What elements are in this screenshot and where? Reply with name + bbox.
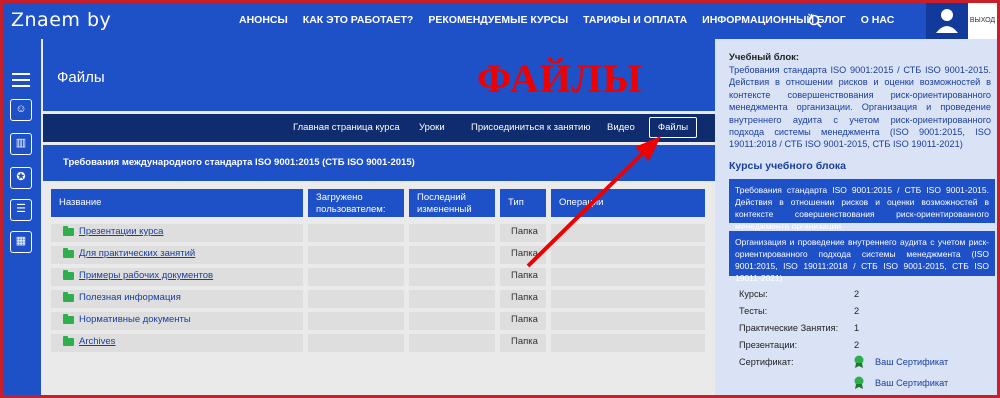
stat-label: Практические Занятия: xyxy=(739,323,839,333)
certificate-icon xyxy=(854,355,864,368)
nav-item-pricing[interactable]: ТАРИФЫ И ОПЛАТА xyxy=(583,14,687,26)
tab-join-session[interactable]: Присоединиться к занятию xyxy=(471,122,590,133)
folder-icon xyxy=(63,226,74,236)
overlay-annotation-title: ФАЙЛЫ xyxy=(477,56,643,101)
folder-link[interactable]: Для практических занятий xyxy=(79,248,195,259)
table-row: Archives Папка xyxy=(51,334,705,352)
nav-item-blog[interactable]: ИНФОРМАЦИОННЫЙ БЛОГ xyxy=(702,14,846,26)
folder-link[interactable]: Полезная информация xyxy=(79,292,181,303)
row-type: Папка xyxy=(511,270,538,281)
tab-course-home[interactable]: Главная страница курса xyxy=(293,122,400,133)
stat-value: 2 xyxy=(854,306,860,316)
folder-link[interactable]: Archives xyxy=(79,336,115,347)
tab-files[interactable]: Файлы xyxy=(649,117,697,138)
courses-heading: Курсы учебного блока xyxy=(729,160,846,172)
left-sidebar: ☺ ▥ ✪ ☰ ▦ xyxy=(3,39,41,395)
column-header-type[interactable]: Тип xyxy=(500,189,546,217)
block-heading: Учебный блок: xyxy=(729,52,800,63)
stat-value: 1 xyxy=(854,323,860,333)
table-row: Презентации курса Папка xyxy=(51,224,705,242)
certificate-label: Сертификат: xyxy=(739,357,794,367)
row-type: Папка xyxy=(511,336,538,347)
rail-calendar-icon[interactable]: ▦ xyxy=(10,231,32,253)
row-type: Папка xyxy=(511,314,538,325)
certificate-link[interactable]: Ваш Сертификат xyxy=(875,357,948,367)
main-content: Файлы ФАЙЛЫ Главная страница курса Уроки… xyxy=(41,39,715,395)
course-card[interactable]: Организация и проведение внутреннего ауд… xyxy=(729,231,995,283)
column-header-uploaded-by[interactable]: Загружено пользователем: xyxy=(308,189,404,217)
rail-profile-icon[interactable]: ☺ xyxy=(10,99,32,121)
course-card-label: Организация и проведение внутреннего ауд… xyxy=(735,237,989,283)
rail-badge-icon[interactable]: ✪ xyxy=(10,167,32,189)
certificate-icon xyxy=(854,376,864,389)
user-icon xyxy=(936,9,958,33)
nav-item-about[interactable]: О НАС xyxy=(861,14,895,26)
folder-link[interactable]: Примеры рабочих документов xyxy=(79,270,213,281)
stat-value: 2 xyxy=(854,289,860,299)
rail-library-icon[interactable]: ▥ xyxy=(10,133,32,155)
column-header-name[interactable]: Название xyxy=(51,189,303,217)
nav-item-recommended-courses[interactable]: РЕКОМЕНДУЕМЫЕ КУРСЫ xyxy=(428,14,568,26)
tab-video[interactable]: Видео xyxy=(607,122,635,133)
right-info-panel: Учебный блок: Требования стандарта ISO 9… xyxy=(715,39,997,395)
table-row: Для практических занятий Папка xyxy=(51,246,705,264)
menu-icon[interactable] xyxy=(12,73,30,91)
block-description[interactable]: Требования стандарта ISO 9001:2015 / СТБ… xyxy=(729,64,991,151)
table-row: Нормативные документы Папка xyxy=(51,312,705,330)
tab-lessons[interactable]: Уроки xyxy=(419,122,445,133)
column-header-operations[interactable]: Операции xyxy=(551,189,705,217)
certificate-link[interactable]: Ваш Сертификат xyxy=(875,378,948,388)
search-icon[interactable] xyxy=(807,13,823,29)
course-banner: Требования международного стандарта ISO … xyxy=(43,145,715,181)
folder-icon xyxy=(63,292,74,302)
folder-icon xyxy=(63,336,74,346)
folder-icon xyxy=(63,270,74,280)
row-type: Папка xyxy=(511,292,538,303)
course-banner-title: Требования международного стандарта ISO … xyxy=(63,157,415,168)
folder-icon xyxy=(63,314,74,324)
course-card-label: Требования стандарта ISO 9001:2015 / СТБ… xyxy=(735,185,989,231)
user-avatar-button[interactable] xyxy=(926,3,968,39)
row-type: Папка xyxy=(511,226,538,237)
rail-board-icon[interactable]: ☰ xyxy=(10,199,32,221)
folder-link[interactable]: Презентации курса xyxy=(79,226,163,237)
column-header-last-modified[interactable]: Последний измененный xyxy=(409,189,495,217)
screenshot-frame: Znaem by АНОНСЫ КАК ЭТО РАБОТАЕТ? РЕКОМЕ… xyxy=(3,3,997,395)
table-row: Полезная информация Папка xyxy=(51,290,705,308)
site-logo[interactable]: Znaem by xyxy=(11,9,111,31)
logout-button[interactable]: ВЫХОД xyxy=(968,3,997,39)
course-card[interactable]: Требования стандарта ISO 9001:2015 / СТБ… xyxy=(729,179,995,231)
stat-label: Презентации: xyxy=(739,340,798,350)
top-navbar: Znaem by АНОНСЫ КАК ЭТО РАБОТАЕТ? РЕКОМЕ… xyxy=(3,3,997,39)
row-type: Папка xyxy=(511,248,538,259)
nav-item-how-it-works[interactable]: КАК ЭТО РАБОТАЕТ? xyxy=(303,14,414,26)
stat-label: Тесты: xyxy=(739,306,768,316)
page-header: Файлы ФАЙЛЫ xyxy=(43,39,715,111)
stat-label: Курсы: xyxy=(739,289,768,299)
table-row: Примеры рабочих документов Папка xyxy=(51,268,705,286)
nav-item-announcements[interactable]: АНОНСЫ xyxy=(239,14,288,26)
course-tabs: Главная страница курса Уроки Присоединит… xyxy=(43,114,715,142)
stat-value: 2 xyxy=(854,340,860,350)
folder-icon xyxy=(63,248,74,258)
page-title: Файлы xyxy=(57,69,105,86)
folder-link[interactable]: Нормативные документы xyxy=(79,314,191,325)
